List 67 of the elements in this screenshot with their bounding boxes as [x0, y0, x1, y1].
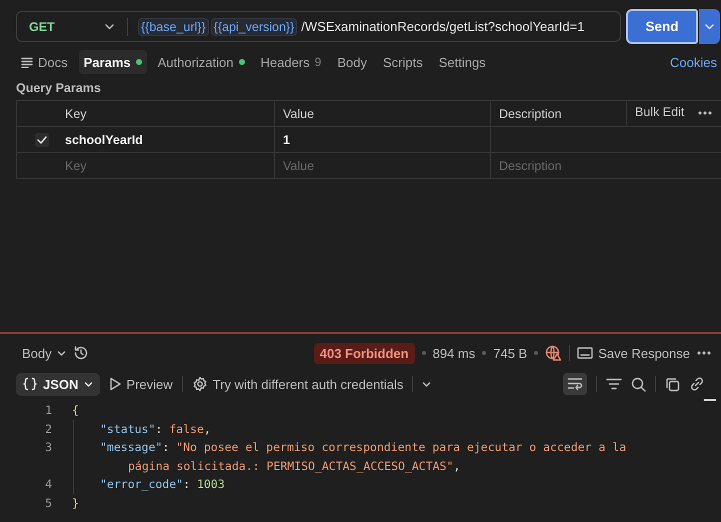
tab[interactable]: Body	[332, 50, 372, 74]
send-button[interactable]: Send	[626, 9, 698, 44]
play-icon	[109, 377, 122, 391]
variable-chip[interactable]: {{api_version}}	[210, 18, 298, 36]
gear-icon	[192, 376, 208, 392]
separator-dot	[482, 351, 486, 355]
tab[interactable]: Scripts	[378, 50, 428, 74]
globe-warning-icon[interactable]	[545, 345, 562, 361]
wrap-icon	[567, 377, 583, 391]
description-field[interactable]: Description	[499, 158, 721, 172]
line-number: 4	[44, 477, 52, 492]
response-size: 745 B	[493, 346, 528, 360]
column-header: Description	[490, 101, 626, 126]
history-icon[interactable]	[72, 345, 89, 361]
code-line: "error_code": 1003	[99, 477, 225, 492]
filter-icon[interactable]	[606, 378, 622, 390]
caret-icon	[84, 380, 94, 388]
value-field[interactable]: Value	[283, 158, 490, 172]
value-field[interactable]: 1	[283, 132, 290, 146]
save-response-button[interactable]: Save Response	[577, 346, 690, 360]
docs-icon	[21, 56, 33, 68]
body-dropdown[interactable]: Body	[22, 346, 66, 360]
more-icon[interactable]	[697, 351, 711, 355]
tab[interactable]: Docs	[16, 50, 73, 74]
code-line: }	[71, 496, 79, 510]
wrap-lines-button[interactable]	[563, 373, 587, 395]
more-icon[interactable]	[698, 111, 712, 115]
column-header: Key	[64, 106, 88, 123]
auth-credentials-button[interactable]: Try with different auth credentials	[192, 376, 404, 392]
line-number: 1	[44, 403, 52, 418]
line-number: 5	[44, 496, 52, 510]
tab[interactable]: Params	[78, 50, 147, 74]
caret-icon[interactable]	[422, 380, 432, 388]
variable-chip[interactable]: {{base_url}}	[138, 18, 209, 36]
search-icon[interactable]	[631, 376, 646, 392]
code-line: "status": false,	[99, 422, 211, 436]
status-badge: 403 Forbidden	[314, 342, 415, 364]
key-field[interactable]: Key	[65, 158, 274, 172]
caret-icon	[56, 348, 66, 358]
format-dropdown[interactable]: JSON	[16, 372, 100, 396]
line-number: 3	[44, 440, 52, 454]
preview-button[interactable]: Preview	[109, 376, 173, 392]
code-line: {	[71, 403, 79, 418]
link-icon[interactable]	[689, 376, 705, 392]
code-line: página solicitada.: PERMISO_ACTAS_ACCESO_ACTAS",	[127, 458, 460, 473]
count-label: 9	[314, 55, 322, 69]
separator-dot	[422, 351, 426, 355]
url-path: /WSExaminationRecords/getList?schoolYearId=1	[301, 19, 584, 34]
code-line: "message": "No posee el permiso correspondiente para ejecutar o acceder a la	[99, 440, 626, 454]
separator-dot	[534, 351, 538, 355]
checkbox[interactable]	[35, 132, 49, 146]
key-field[interactable]: schoolYearId	[65, 132, 143, 146]
line-number: 2	[44, 422, 52, 436]
tab[interactable]: Settings	[434, 50, 491, 74]
response-time: 894 ms	[432, 346, 476, 360]
check-icon	[37, 136, 47, 144]
copy-icon[interactable]	[665, 376, 680, 392]
bulk-edit-button[interactable]: Bulk Edit	[635, 105, 684, 119]
column-header: Value	[274, 101, 490, 126]
cookies-link[interactable]: Cookies	[670, 54, 717, 70]
send-options-button[interactable]	[699, 9, 720, 44]
example-icon	[577, 347, 594, 359]
braces-icon	[23, 377, 37, 391]
tab[interactable]: Headers 9	[256, 50, 326, 74]
method-dropdown[interactable]: GET	[17, 18, 128, 36]
section-title: Query Params	[16, 81, 102, 95]
tab[interactable]: Authorization	[152, 50, 250, 74]
